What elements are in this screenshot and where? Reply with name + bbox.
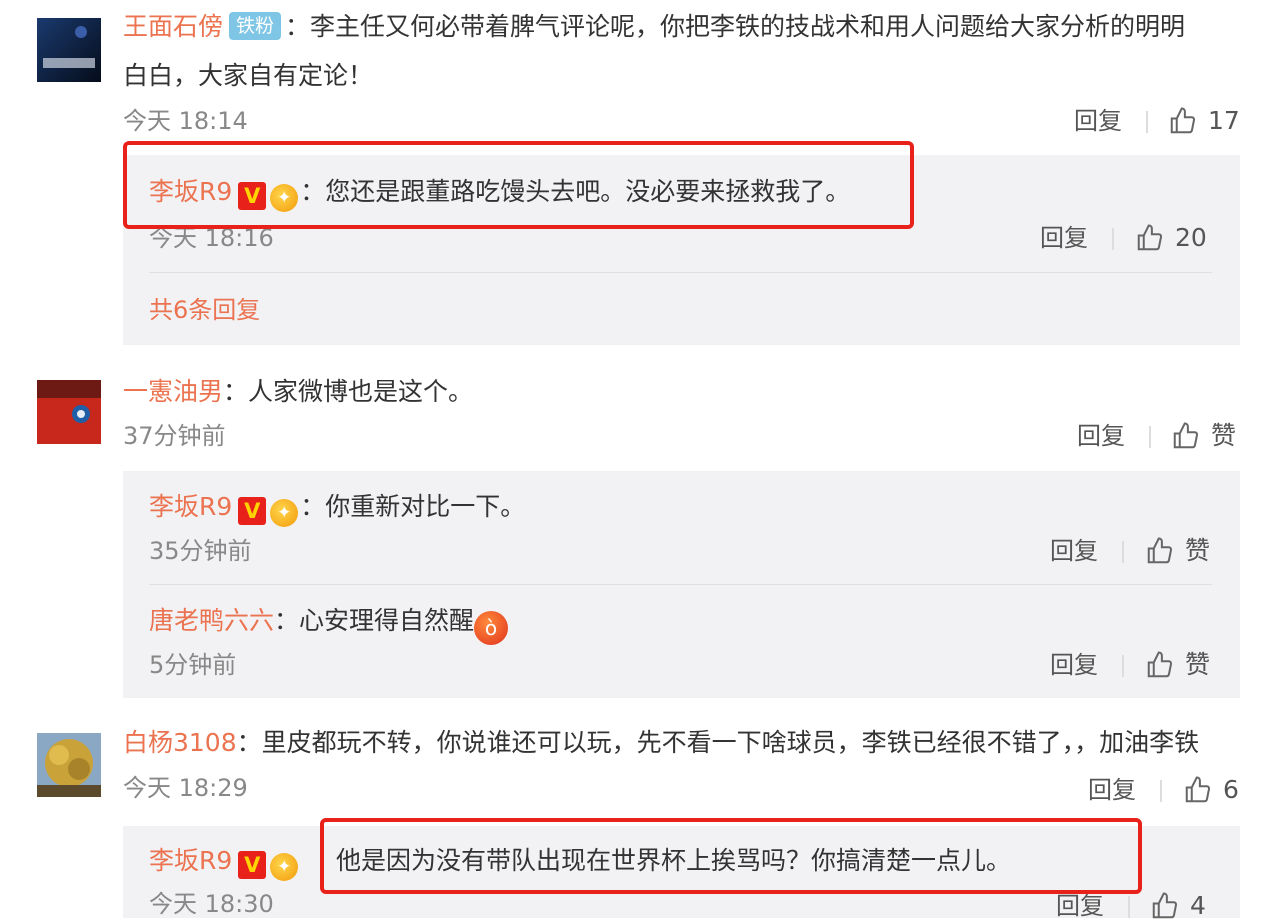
like-button[interactable]: 6	[1183, 774, 1239, 806]
verified-badge-icon: V	[238, 497, 267, 525]
divider	[1149, 426, 1151, 448]
comment-text: 白杨3108：里皮都玩不转，你说谁还可以玩，先不看一下啥球员，李铁已经很不错了，…	[123, 725, 1199, 761]
like-button[interactable]: 赞	[1145, 535, 1210, 567]
username[interactable]: 王面石傍	[123, 12, 223, 41]
angry-face-emoji-icon: ò	[474, 611, 509, 645]
sub-reply-body: ：你重新对比一下。	[300, 492, 526, 521]
reply-button[interactable]: 回复	[1077, 420, 1125, 452]
timestamp: 今天 18:29	[123, 774, 248, 802]
comment-text: 一憲油男：人家微博也是这个。	[123, 374, 473, 410]
divider	[149, 584, 1212, 585]
thumb-up-icon	[1147, 651, 1173, 678]
thumb-up-icon	[1147, 537, 1173, 564]
avatar[interactable]	[37, 380, 101, 444]
thumb-up-icon	[1170, 107, 1196, 134]
thumb-up-icon	[1173, 422, 1199, 449]
fan-medal-icon: ✦	[270, 499, 299, 527]
like-button[interactable]: 4	[1150, 890, 1206, 922]
timestamp: 5分钟前	[149, 651, 237, 679]
like-label: 赞	[1185, 650, 1211, 679]
comment-body: ：李主任又何必带着脾气评论呢，你把李铁的技战术和用人问题给大家分析的明明	[285, 12, 1186, 41]
reply-button[interactable]: 回复	[1056, 890, 1104, 922]
reply-button[interactable]: 回复	[1074, 105, 1122, 137]
timestamp: 35分钟前	[149, 537, 252, 565]
comment-body: ：里皮都玩不转，你说谁还可以玩，先不看一下啥球员，李铁已经很不错了，，加油李铁	[236, 728, 1200, 757]
like-button[interactable]: 赞	[1145, 649, 1210, 681]
divider	[1160, 780, 1162, 802]
sub-reply-body: ：心安理得自然醒	[274, 606, 475, 635]
divider	[1112, 228, 1114, 250]
sub-reply-text: 李​坂R9 V ✦ ：你重新对比一下。	[149, 489, 525, 527]
thumb-up-icon	[1152, 892, 1178, 919]
reply-button[interactable]: 回复	[1050, 649, 1098, 681]
like-label: 赞	[1185, 536, 1211, 565]
divider	[1146, 111, 1148, 133]
divider	[1122, 655, 1124, 677]
divider	[149, 272, 1212, 273]
comment-text-line2: 白白，大家自有定论！	[123, 61, 374, 90]
sub-reply-author: 李​坂R9 V ✦	[149, 843, 300, 881]
username[interactable]: 李​坂R9	[149, 846, 232, 875]
reply-button[interactable]: 回复	[1050, 535, 1098, 567]
divider	[1122, 541, 1124, 563]
fan-medal-icon: ✦	[270, 853, 299, 881]
like-count: 20	[1175, 223, 1207, 252]
thumb-up-icon	[1137, 224, 1163, 251]
like-count: 17	[1208, 106, 1240, 135]
highlight-box	[123, 141, 914, 229]
username[interactable]: 白杨3108	[123, 728, 237, 757]
highlight-box	[320, 818, 1142, 894]
like-count: 6	[1223, 775, 1239, 804]
total-replies-link[interactable]: 共6条回复	[149, 294, 260, 326]
like-button[interactable]: 赞	[1171, 420, 1236, 452]
divider	[1128, 896, 1130, 918]
like-button[interactable]: 20	[1135, 222, 1207, 254]
like-label: 赞	[1211, 421, 1237, 450]
like-button[interactable]: 17	[1168, 105, 1240, 137]
reply-button[interactable]: 回复	[1088, 774, 1136, 806]
comment-text: 王面石傍 铁粉 ：李主任又何必带着脾气评论呢，你把李铁的技战术和用人问题给大家分析的…	[123, 9, 1185, 45]
timestamp: 37分钟前	[123, 422, 226, 450]
avatar[interactable]	[37, 18, 101, 82]
verified-badge-icon: V	[238, 851, 267, 879]
thumb-up-icon	[1185, 776, 1211, 803]
username[interactable]: 李​坂R9	[149, 492, 232, 521]
avatar[interactable]	[37, 733, 101, 797]
timestamp: 今天 18:30	[149, 890, 274, 918]
fan-badge[interactable]: 铁粉	[229, 12, 282, 40]
timestamp: 今天 18:14	[123, 107, 248, 135]
sub-reply-text: 唐老鸭六六：心安理得自然醒 ò	[149, 603, 509, 645]
comment-body: ：人家微博也是这个。	[223, 377, 474, 406]
username[interactable]: 一憲油男	[123, 377, 223, 406]
reply-button[interactable]: 回复	[1040, 222, 1088, 254]
like-count: 4	[1190, 891, 1206, 920]
username[interactable]: 唐老鸭六六	[149, 606, 274, 635]
